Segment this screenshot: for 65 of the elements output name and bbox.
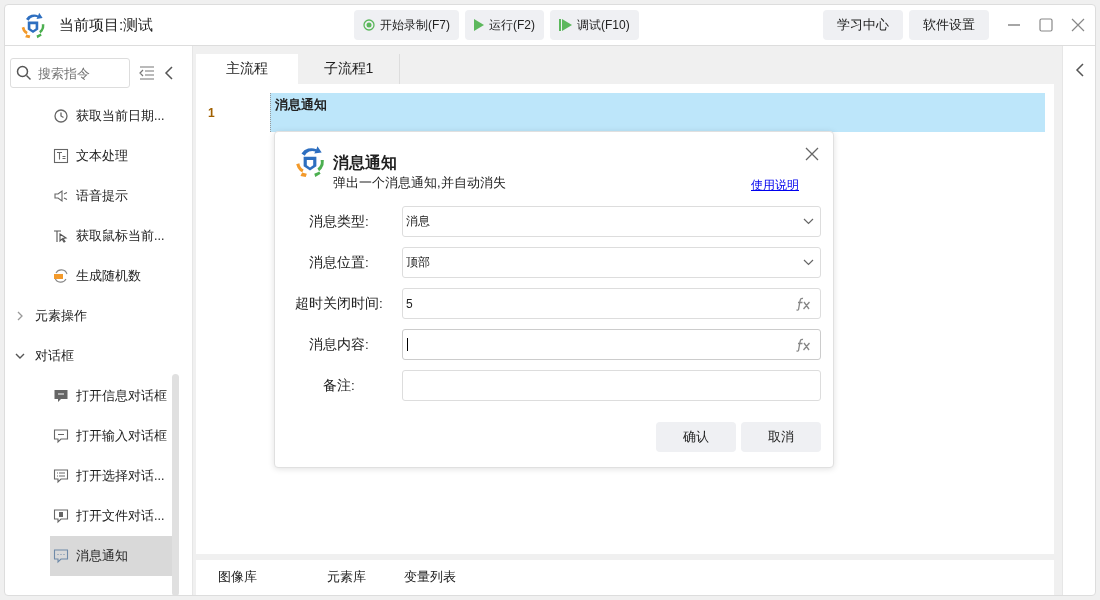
expand-panel-icon[interactable] — [1074, 63, 1084, 77]
chevron-down-icon — [15, 351, 25, 361]
chevron-down-icon — [803, 259, 814, 266]
run-button[interactable]: 运行(F2) — [465, 10, 544, 40]
tree-item[interactable]: 打开文件对话... — [50, 496, 172, 536]
close-icon[interactable] — [805, 147, 819, 161]
header-button[interactable]: 学习中心 — [823, 10, 903, 40]
dropdown[interactable]: 顶部 — [402, 247, 821, 278]
input-field[interactable]: 5 — [402, 288, 821, 319]
tab[interactable]: 主流程 — [196, 54, 298, 84]
tree-group[interactable]: 元素操作 — [5, 296, 192, 336]
speaker-icon — [53, 188, 69, 204]
tree-group[interactable]: 对话框 — [5, 336, 192, 376]
search-field[interactable]: 搜索指令 — [10, 58, 130, 88]
search-icon — [16, 65, 32, 81]
header-button[interactable]: 软件设置 — [909, 10, 989, 40]
record-icon — [363, 19, 375, 31]
collapse-sidebar-icon[interactable] — [164, 66, 173, 80]
step-play-icon — [559, 19, 572, 31]
cursor-icon — [53, 228, 69, 244]
logo-icon — [19, 11, 47, 39]
input-field[interactable] — [402, 329, 821, 360]
field-label: 消息类型: — [308, 212, 370, 231]
clock-icon — [53, 108, 69, 124]
play-icon — [474, 19, 484, 31]
tree-item[interactable]: 获取当前日期... — [50, 96, 172, 136]
record-button[interactable]: 开始录制(F7) — [354, 10, 459, 40]
field-label: 消息内容: — [308, 335, 370, 354]
tree-item[interactable]: 打开信息对话框 — [50, 376, 172, 416]
dialog-subtitle: 弹出一个消息通知,并自动消失 — [333, 174, 507, 192]
input-field[interactable] — [402, 370, 821, 401]
tree-item[interactable]: 打开输入对话框 — [50, 416, 172, 456]
list-bubble-icon — [53, 468, 69, 484]
chevron-down-icon — [803, 218, 814, 225]
maximize-icon[interactable] — [1039, 18, 1053, 32]
tree-item[interactable]: 获取鼠标当前... — [50, 216, 172, 256]
dialog-title: 消息通知 — [333, 153, 398, 173]
tree-item[interactable]: 打开选择对话... — [50, 456, 172, 496]
window-title: 当前项目:测试 — [59, 15, 154, 35]
tree-item[interactable]: 文本处理 — [50, 136, 172, 176]
logo-icon — [293, 144, 327, 178]
dialog-button[interactable]: 确认 — [656, 422, 736, 452]
line-number: 1 — [207, 105, 216, 120]
help-link[interactable]: 使用说明 — [751, 177, 799, 194]
field-label: 消息位置: — [308, 253, 370, 272]
chevron-right-icon — [15, 311, 25, 321]
text-icon — [53, 148, 69, 164]
debug-button[interactable]: 调试(F10) — [550, 10, 639, 40]
field-label: 超时关闭时间: — [294, 294, 384, 313]
file-bubble-icon — [53, 508, 69, 524]
field-label: 备注: — [322, 376, 356, 395]
chat-bubble-icon — [53, 388, 69, 404]
text-cursor — [407, 338, 408, 351]
close-icon[interactable] — [1071, 18, 1085, 32]
dropdown[interactable]: 消息 — [402, 206, 821, 237]
message-bubble-icon — [53, 548, 69, 564]
chat-bubble-icon — [53, 428, 69, 444]
tree-item[interactable]: 生成随机数 — [50, 256, 172, 296]
flow-step[interactable]: 消息通知 — [270, 93, 1045, 132]
collapse-all-icon[interactable] — [139, 66, 155, 80]
tree-item[interactable]: 消息通知 — [50, 536, 172, 576]
scrollbar[interactable] — [172, 374, 179, 595]
dialog-button[interactable]: 取消 — [741, 422, 821, 452]
tree-item[interactable]: 语音提示 — [50, 176, 172, 216]
random-number-icon — [53, 268, 69, 284]
